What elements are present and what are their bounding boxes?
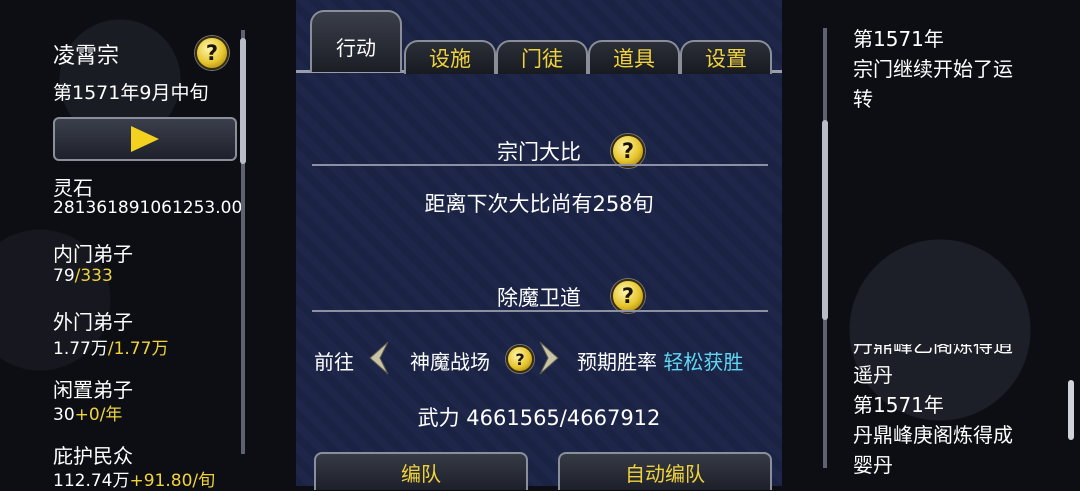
- arrow-left-icon[interactable]: [366, 340, 390, 376]
- demon-title: 除魔卫道: [497, 286, 581, 310]
- play-icon: [131, 126, 159, 152]
- tab-disciples[interactable]: 门徒: [496, 40, 588, 74]
- tab-items[interactable]: 道具: [588, 40, 680, 74]
- tab-bar: 行动 设施 门徒 道具 设置: [296, 0, 782, 78]
- stat-value-outer-disciples: 1.77万/1.77万: [53, 339, 169, 359]
- arrow-right-icon[interactable]: [538, 340, 562, 376]
- right-scrollbar-thumb[interactable]: [822, 120, 828, 320]
- battlefield-help-icon[interactable]: ?: [506, 345, 534, 373]
- tournament-title: 宗门大比: [497, 140, 581, 164]
- left-panel: 凌霄宗 ? 第1571年9月中旬 灵石 281361891061253.00 内…: [0, 0, 260, 491]
- tab-action[interactable]: 行动: [310, 10, 402, 72]
- left-scrollbar-thumb[interactable]: [240, 38, 246, 164]
- auto-team-button[interactable]: 自动编队: [558, 452, 772, 490]
- stat-label-protected-people: 庇护民众: [53, 444, 133, 468]
- divider: [312, 310, 768, 312]
- demon-help-icon[interactable]: ?: [611, 279, 645, 313]
- divider: [312, 164, 768, 166]
- stat-label-outer-disciples: 外门弟子: [53, 310, 133, 334]
- stat-value-spirit-stone: 281361891061253.00: [53, 198, 243, 218]
- log-entry: 第1571年 宗门继续开始了运 转: [853, 27, 1013, 111]
- help-icon[interactable]: ?: [195, 36, 229, 70]
- stat-label-spirit-stone: 灵石: [53, 176, 93, 200]
- win-rate-row: 预期胜率 轻松获胜: [577, 350, 744, 374]
- goto-label: 前往: [314, 350, 354, 374]
- sect-name: 凌霄宗: [53, 44, 120, 69]
- tab-settings[interactable]: 设置: [680, 40, 772, 74]
- power-readout: 武力 4661565/4667912: [417, 406, 661, 430]
- stat-label-inner-disciples: 内门弟子: [53, 242, 133, 266]
- win-rate-value: 轻松获胜: [663, 350, 744, 374]
- play-button[interactable]: [53, 117, 237, 161]
- edge-scrollbar-thumb[interactable]: [1068, 380, 1074, 440]
- tournament-countdown: 距离下次大比尚有258旬: [424, 192, 654, 216]
- battlefield-name: 神魔战场: [410, 350, 490, 374]
- stat-value-inner-disciples: 79/333: [53, 266, 113, 286]
- stat-value-protected-people: 112.74万+91.80/旬: [53, 471, 216, 491]
- tournament-help-icon[interactable]: ?: [611, 134, 645, 168]
- team-button[interactable]: 编队: [314, 452, 528, 490]
- tab-facilities[interactable]: 设施: [404, 40, 496, 74]
- game-date: 第1571年9月中旬: [53, 82, 209, 104]
- stat-value-idle-disciples: 30+0/年: [53, 405, 123, 425]
- log-entry: 遥丹 第1571年 丹鼎峰庚阁炼得成 婴丹: [853, 363, 1013, 477]
- stat-label-idle-disciples: 闲置弟子: [53, 378, 133, 402]
